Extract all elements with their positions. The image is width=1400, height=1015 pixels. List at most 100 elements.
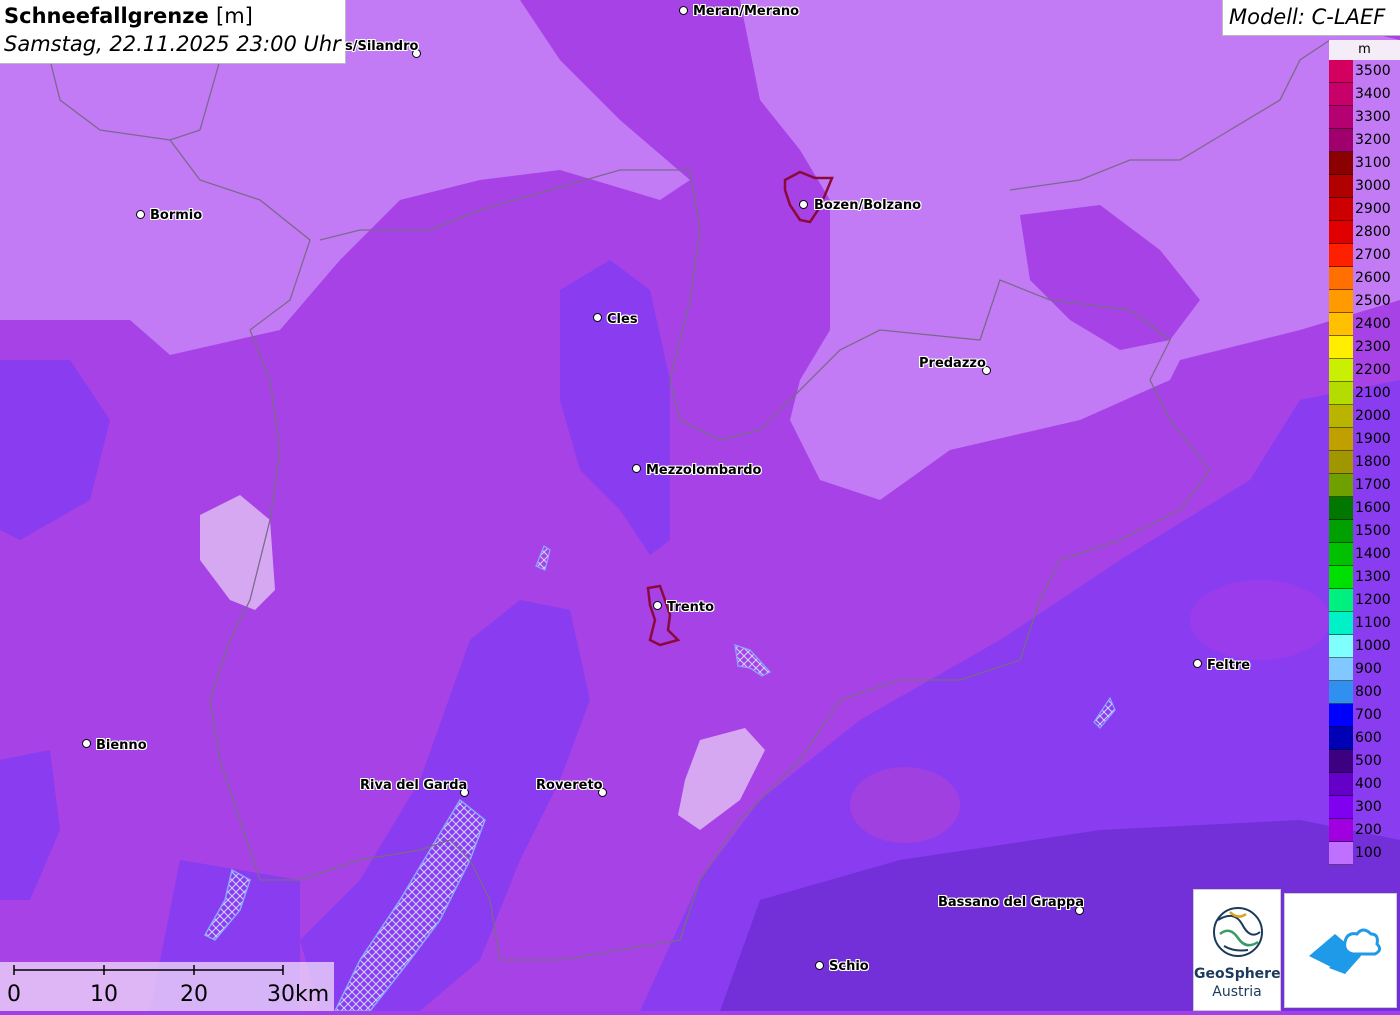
legend-swatch	[1329, 681, 1353, 704]
place-dot-meran[interactable]	[679, 6, 688, 15]
legend: m 3500 3400 3300 3200 3100 3000 2900 2800 2700 26…	[1329, 40, 1400, 870]
legend-swatch	[1329, 842, 1353, 865]
geosphere-sub: Austria	[1212, 984, 1262, 1000]
legend-swatch	[1329, 727, 1353, 750]
geosphere-logo-icon	[1213, 907, 1263, 957]
legend-label: 2900	[1355, 201, 1391, 217]
place-label-rovereto: Rovereto	[536, 778, 603, 793]
place-label-predazzo: Predazzo	[919, 356, 986, 371]
legend-label: 2100	[1355, 385, 1391, 401]
place-dot-bienno[interactable]	[82, 739, 91, 748]
legend-swatch	[1329, 796, 1353, 819]
legend-swatch	[1329, 543, 1353, 566]
legend-swatch	[1329, 336, 1353, 359]
legend-label: 3300	[1355, 109, 1391, 125]
legend-label: 100	[1355, 845, 1382, 861]
legend-label: 3100	[1355, 155, 1391, 171]
title-parameter: Schneefallgrenze	[4, 4, 209, 28]
legend-swatch	[1329, 750, 1353, 773]
legend-swatch	[1329, 612, 1353, 635]
legend-swatch	[1329, 497, 1353, 520]
legend-swatch	[1329, 819, 1353, 842]
legend-label: 900	[1355, 661, 1382, 677]
title-box: Schneefallgrenze [m] Samstag, 22.11.2025…	[0, 0, 346, 64]
legend-label: 600	[1355, 730, 1382, 746]
legend-label: 2300	[1355, 339, 1391, 355]
place-dot-trento[interactable]	[653, 601, 662, 610]
legend-swatch	[1329, 589, 1353, 612]
place-label-bozen: Bozen/Bolzano	[814, 198, 922, 213]
legend-label: 1500	[1355, 523, 1391, 539]
legend-swatch	[1329, 451, 1353, 474]
legend-swatch	[1329, 773, 1353, 796]
legend-label: 1000	[1355, 638, 1391, 654]
legend-label: 1200	[1355, 592, 1391, 608]
legend-label: 1400	[1355, 546, 1391, 562]
legend-swatch	[1329, 129, 1353, 152]
geosphere-logo[interactable]: GeoSphere Austria	[1193, 889, 1281, 1011]
legend-swatch	[1329, 175, 1353, 198]
scale-label-0: 0	[7, 982, 21, 1007]
place-label-feltre: Feltre	[1207, 658, 1251, 673]
place-label-mezzolombardo: Mezzolombardo	[646, 463, 762, 478]
place-dot-cles[interactable]	[593, 313, 602, 322]
map-zone-200-spot	[850, 767, 960, 843]
legend-label: 1900	[1355, 431, 1391, 447]
legend-label: 2800	[1355, 224, 1391, 240]
legend-label: 3000	[1355, 178, 1391, 194]
legend-swatch	[1329, 382, 1353, 405]
place-label-trento: Trento	[667, 600, 715, 615]
legend-label: 3500	[1355, 63, 1391, 79]
legend-label: 700	[1355, 707, 1382, 723]
legend-label: 1300	[1355, 569, 1391, 585]
legend-swatch	[1329, 106, 1353, 129]
geosphere-name: GeoSphere	[1194, 966, 1281, 982]
legend-swatch	[1329, 267, 1353, 290]
legend-swatch	[1329, 474, 1353, 497]
cloud-house-glyph	[1309, 928, 1382, 974]
map-zone-200-spot-east	[1190, 580, 1330, 660]
legend-swatch	[1329, 313, 1353, 336]
legend-swatch	[1329, 60, 1353, 83]
map-title: Schneefallgrenze [m]	[4, 2, 341, 30]
title-unit: [m]	[216, 4, 253, 28]
legend-label: 2600	[1355, 270, 1391, 286]
legend-swatch	[1329, 83, 1353, 106]
place-dot-bormio[interactable]	[136, 210, 145, 219]
legend-swatch	[1329, 359, 1353, 382]
scale-label-10: 10	[90, 982, 118, 1007]
legend-label: 300	[1355, 799, 1382, 815]
cloud-house-icon[interactable]	[1284, 893, 1397, 1008]
scale-label-30: 30km	[267, 982, 330, 1007]
legend-label: 3400	[1355, 86, 1391, 102]
snowline-map[interactable]	[0, 0, 1400, 1011]
legend-label: 400	[1355, 776, 1382, 792]
place-label-bienno: Bienno	[96, 738, 147, 753]
legend-label: 2000	[1355, 408, 1391, 424]
legend-swatch	[1329, 658, 1353, 681]
legend-swatch	[1329, 221, 1353, 244]
legend-swatch	[1329, 405, 1353, 428]
legend-swatch	[1329, 635, 1353, 658]
place-dot-bozen[interactable]	[799, 200, 808, 209]
legend-label: 2200	[1355, 362, 1391, 378]
place-label-schio: Schio	[829, 959, 869, 974]
model-label: Modell: C-LAEF	[1222, 0, 1400, 36]
legend-swatch	[1329, 198, 1353, 221]
place-label-silandro: s/Silandro	[345, 39, 419, 54]
legend-swatch	[1329, 428, 1353, 451]
legend-label: 3200	[1355, 132, 1391, 148]
legend-swatch	[1329, 566, 1353, 589]
legend-label: 1600	[1355, 500, 1391, 516]
place-dot-mezzolombardo[interactable]	[632, 464, 641, 473]
legend-label: 800	[1355, 684, 1382, 700]
place-label-meran: Meran/Merano	[693, 4, 800, 19]
forecast-datetime: Samstag, 22.11.2025 23:00 Uhr	[4, 32, 341, 56]
legend-swatch	[1329, 704, 1353, 727]
place-dot-feltre[interactable]	[1193, 659, 1202, 668]
legend-label: 1100	[1355, 615, 1391, 631]
legend-label: 500	[1355, 753, 1382, 769]
scale-bar: 0 10 20 30km	[0, 962, 334, 1011]
place-dot-schio[interactable]	[815, 961, 824, 970]
place-label-cles: Cles	[607, 312, 638, 327]
